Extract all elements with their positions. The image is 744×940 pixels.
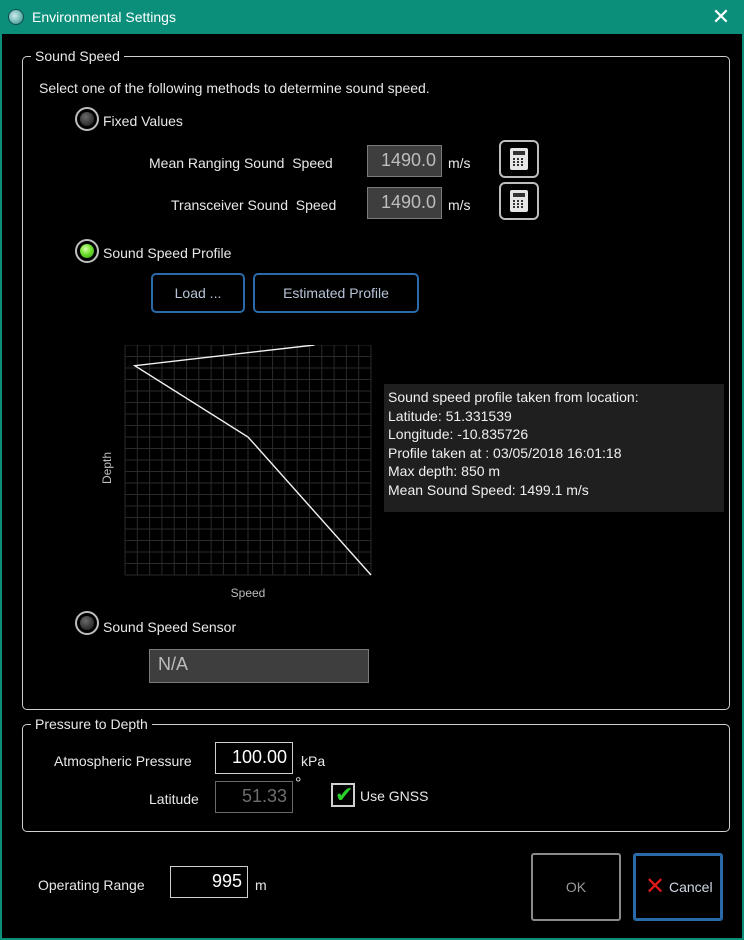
- profile-info-line: Longitude: -10.835726: [388, 426, 529, 442]
- title-bar: Environmental Settings ✕: [0, 0, 744, 34]
- mean-ranging-label: Mean Ranging Sound Speed: [149, 155, 333, 171]
- window-title: Environmental Settings: [32, 9, 176, 25]
- y-axis-label: Depth: [101, 452, 114, 484]
- profile-info-line: Mean Sound Speed: 1499.1 m/s: [388, 481, 589, 498]
- atmospheric-pressure-unit: kPa: [301, 753, 326, 769]
- fixed-values-radio[interactable]: [75, 107, 99, 131]
- sound-speed-legend: Sound Speed: [31, 48, 124, 64]
- operating-range-unit: m: [255, 877, 267, 893]
- mean-ranging-unit: m/s: [448, 155, 471, 171]
- transceiver-label: Transceiver Sound Speed: [171, 197, 337, 213]
- dialog-body: Sound Speed Select one of the following …: [0, 34, 744, 940]
- cancel-button[interactable]: ✕ Cancel: [633, 853, 723, 921]
- atmospheric-pressure-field[interactable]: 100.00: [215, 742, 293, 774]
- instruction-text: Select one of the following methods to d…: [39, 80, 430, 96]
- sound-speed-sensor-label: Sound Speed Sensor: [103, 619, 237, 635]
- profile-info-line: Max depth: 850 m: [388, 463, 501, 479]
- latitude-label: Latitude: [149, 791, 199, 807]
- profile-info-line: Sound speed profile taken from location:: [388, 389, 639, 405]
- mean-ranging-speed-field[interactable]: 1490.0: [367, 145, 442, 177]
- x-axis-label: Speed: [231, 586, 266, 600]
- checkmark-icon: ✔: [335, 782, 354, 807]
- sound-speed-profile-label: Sound Speed Profile: [103, 245, 232, 261]
- profile-info-box: Sound speed profile taken from location:…: [384, 384, 724, 512]
- use-gnss-label: Use GNSS: [360, 788, 429, 804]
- sound-speed-profile-radio[interactable]: [75, 239, 99, 263]
- close-icon[interactable]: ✕: [698, 0, 744, 34]
- transceiver-speed-field[interactable]: 1490.0: [367, 187, 442, 219]
- pressure-to-depth-legend: Pressure to Depth: [31, 716, 152, 732]
- sound-speed-profile-chart: Speed Depth: [101, 345, 372, 600]
- cancel-x-icon: ✕: [645, 873, 666, 900]
- calculator-icon[interactable]: [499, 140, 539, 178]
- profile-info-line: Latitude: 51.331539: [388, 407, 512, 424]
- latitude-unit: °: [295, 775, 302, 792]
- latitude-field[interactable]: 51.33: [215, 781, 293, 813]
- sound-speed-group: Sound Speed Select one of the following …: [22, 48, 730, 710]
- atmospheric-pressure-label: Atmospheric Pressure: [54, 753, 192, 769]
- operating-range-field[interactable]: 995: [170, 866, 248, 898]
- ok-button[interactable]: OK: [531, 853, 621, 921]
- transceiver-unit: m/s: [448, 197, 471, 213]
- profile-info-line: Profile taken at : 03/05/2018 16:01:18: [388, 444, 622, 461]
- calculator-icon[interactable]: [499, 182, 539, 220]
- cancel-label: Cancel: [669, 879, 713, 895]
- app-icon: [8, 9, 24, 25]
- use-gnss-checkbox[interactable]: ✔: [331, 783, 355, 807]
- estimated-profile-button[interactable]: Estimated Profile: [253, 273, 419, 313]
- fixed-values-label: Fixed Values: [103, 113, 183, 129]
- sound-speed-sensor-radio[interactable]: [75, 611, 99, 635]
- operating-range-label: Operating Range: [38, 877, 145, 893]
- sound-speed-sensor-field: N/A: [149, 649, 369, 683]
- pressure-to-depth-group: Pressure to Depth Atmospheric Pressure 1…: [22, 716, 730, 832]
- load-button[interactable]: Load ...: [151, 273, 245, 313]
